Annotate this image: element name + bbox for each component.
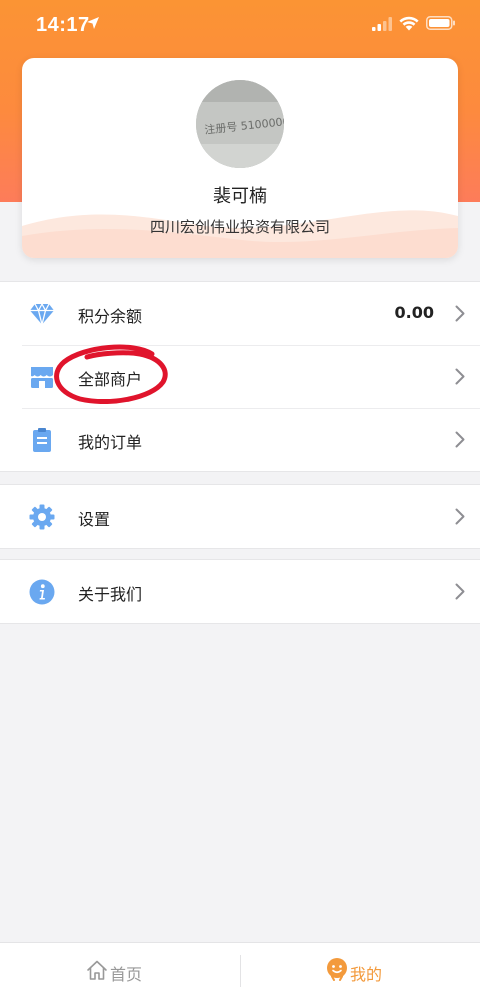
signal-icon: [372, 17, 392, 31]
wifi-icon: [399, 16, 419, 31]
avatar[interactable]: 注册号 510000000: [196, 80, 284, 168]
menu-item-label: 设置: [78, 510, 111, 529]
home-icon: [87, 960, 107, 980]
store-icon: [31, 367, 53, 388]
menu-item-label: 积分余额: [78, 307, 143, 326]
clipboard-icon: [33, 428, 51, 452]
user-face-icon: [327, 958, 347, 981]
chevron-right-icon: [455, 583, 465, 600]
chevron-right-icon: [455, 305, 465, 322]
menu-item-points[interactable]: 积分余额 0.00: [0, 282, 480, 345]
tab-home[interactable]: 首页: [0, 943, 240, 1002]
bottom-tab-bar: 首页 我的: [0, 942, 480, 1002]
avatar-photo: 注册号 510000000: [196, 80, 284, 168]
tab-mine[interactable]: 我的: [240, 943, 480, 1002]
profile-card: 注册号 510000000 裴可楠 四川宏创伟业投资有限公司: [22, 58, 458, 258]
battery-icon: [426, 16, 455, 30]
chevron-right-icon: [455, 368, 465, 385]
chevron-right-icon: [455, 508, 465, 525]
menu-item-label: 关于我们: [78, 585, 143, 604]
menu-item-settings[interactable]: 设置: [0, 485, 480, 548]
tab-home-label: 首页: [110, 965, 143, 984]
info-icon: [29, 579, 55, 605]
menu-item-all-merchants[interactable]: 全部商户: [0, 345, 480, 408]
gear-icon: [29, 504, 55, 530]
menu-group-about: 关于我们: [0, 559, 480, 624]
menu-item-label: 我的订单: [78, 433, 143, 452]
location-arrow-icon: [87, 17, 99, 29]
user-name: 裴可楠: [213, 186, 267, 207]
menu-group-settings: 设置: [0, 484, 480, 549]
chevron-right-icon: [455, 431, 465, 448]
status-bar: 14:17: [0, 0, 480, 54]
points-balance-value: 0.00: [394, 303, 434, 322]
menu-item-label: 全部商户: [78, 370, 143, 389]
diamond-icon: [30, 303, 54, 326]
menu-item-my-orders[interactable]: 我的订单: [0, 408, 480, 471]
tab-mine-label: 我的: [350, 965, 383, 984]
menu-group-account: 积分余额 0.00 全部商户 我的订单: [0, 281, 480, 472]
status-time: 14:17: [36, 14, 90, 36]
user-company: 四川宏创伟业投资有限公司: [149, 218, 330, 236]
menu-item-about-us[interactable]: 关于我们: [0, 560, 480, 623]
